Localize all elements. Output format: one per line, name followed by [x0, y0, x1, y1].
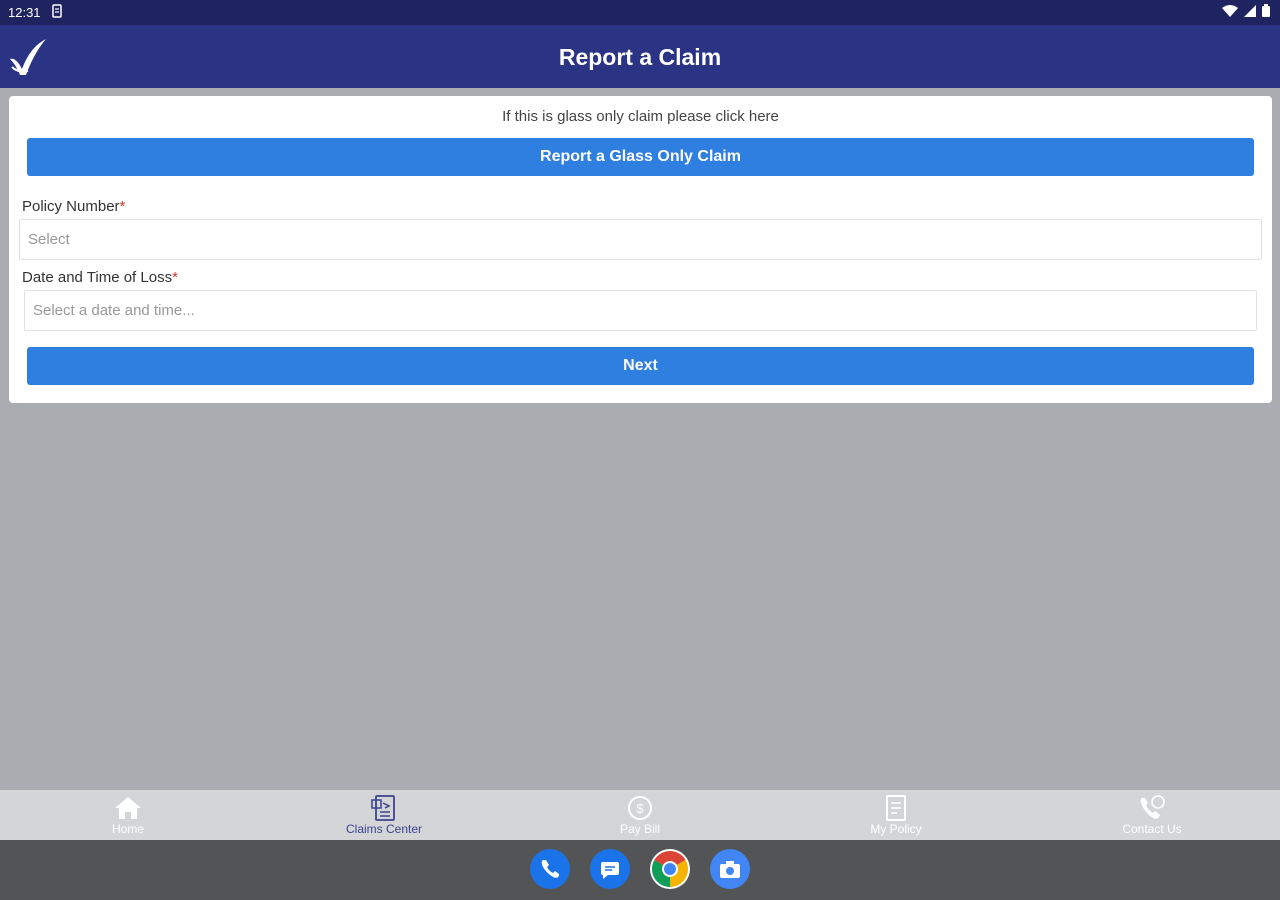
nav-item-contact-us[interactable]: Contact Us — [1024, 790, 1280, 840]
nav-label-home: Home — [111, 822, 144, 836]
policy-number-placeholder: Select — [28, 231, 70, 248]
required-marker: * — [172, 269, 178, 286]
messages-app-icon[interactable] — [590, 849, 630, 889]
dollar-icon: $ — [625, 794, 655, 822]
phone-icon — [1137, 794, 1167, 822]
nav-label-my-policy: My Policy — [870, 822, 922, 836]
date-time-placeholder: Select a date and time... — [33, 302, 195, 319]
nav-label-contact-us: Contact Us — [1122, 822, 1182, 836]
svg-text:$: $ — [636, 801, 644, 816]
camera-app-icon[interactable] — [710, 849, 750, 889]
policy-icon — [881, 794, 911, 822]
nav-label-claims-center: Claims Center — [345, 822, 423, 836]
date-time-loss-label: Date and Time of Loss* — [22, 269, 178, 286]
claims-icon — [369, 794, 399, 822]
nav-item-pay-bill[interactable]: $ Pay Bill — [512, 790, 768, 840]
status-icons — [1222, 4, 1270, 20]
nav-item-my-policy[interactable]: My Policy — [768, 790, 1024, 840]
date-time-loss-label-text: Date and Time of Loss — [22, 269, 173, 286]
bottom-nav: Home Claims Center $ Pay Bill My Policy … — [0, 790, 1280, 840]
policy-number-select[interactable]: Select — [19, 219, 1262, 260]
next-button[interactable]: Next — [27, 347, 1254, 385]
policy-number-label-text: Policy Number — [22, 198, 120, 215]
battery-icon — [1262, 4, 1270, 20]
page-title: Report a Claim — [558, 44, 722, 70]
required-marker: * — [119, 198, 126, 215]
signal-icon — [1244, 4, 1256, 20]
status-bar: 12:31 — [0, 0, 1280, 25]
phone-app-icon[interactable] — [530, 849, 570, 889]
chrome-app-icon[interactable] — [650, 849, 690, 889]
android-dock — [0, 840, 1280, 900]
wifi-icon — [1222, 4, 1238, 20]
nav-item-home[interactable]: Home — [0, 790, 256, 840]
report-glass-claim-button[interactable]: Report a Glass Only Claim — [27, 138, 1254, 176]
status-time: 12:31 — [8, 5, 41, 20]
nav-label-pay-bill: Pay Bill — [619, 822, 660, 836]
app-bar: Report a Claim — [0, 25, 1280, 88]
home-icon — [113, 794, 143, 822]
notification-icon — [52, 4, 62, 21]
nav-item-claims-center[interactable]: Claims Center — [256, 790, 512, 840]
policy-number-label: Policy Number* — [22, 198, 125, 215]
date-time-loss-input[interactable]: Select a date and time... — [24, 290, 1257, 331]
claim-form-card: If this is glass only claim please click… — [9, 96, 1272, 403]
glass-claim-prompt: If this is glass only claim please click… — [502, 108, 779, 125]
